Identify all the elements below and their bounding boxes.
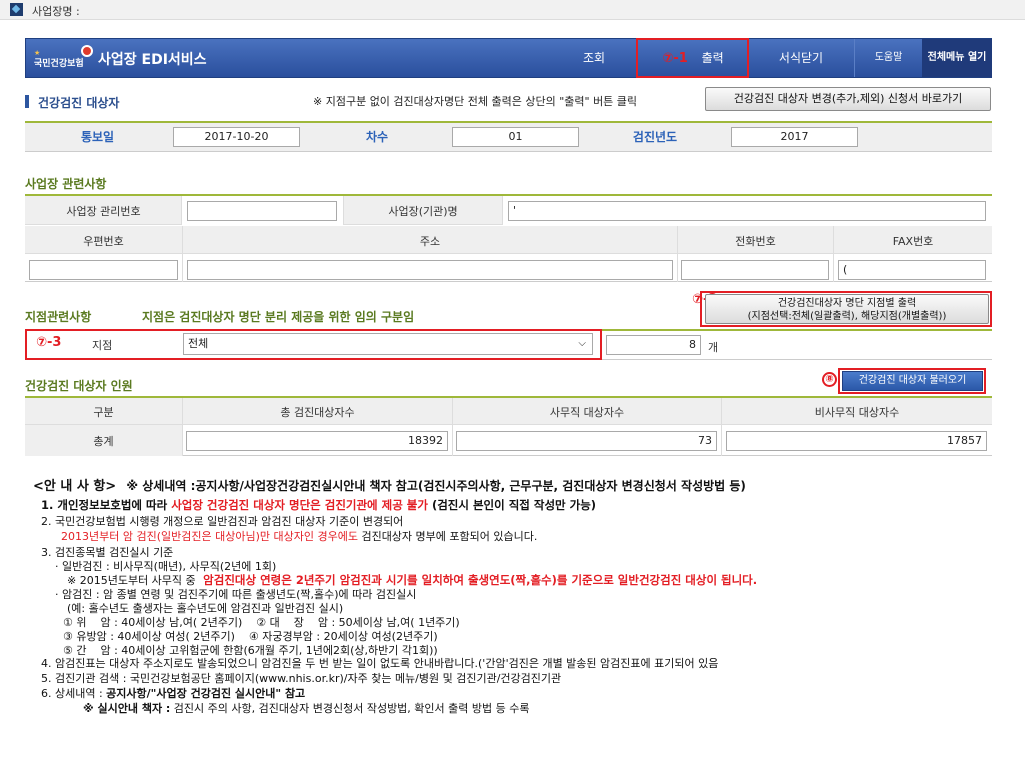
branch-print-line-1: 건강검진대상자 명단 지점별 출력 (777, 298, 917, 309)
notice-header: <안 내 사 항> ※ 상세내역 :공지사항/사업장건강검진실시안내 책자 참고… (33, 479, 746, 494)
nav-help[interactable]: 도움말 (854, 39, 922, 77)
nav-all-menu[interactable]: 전체메뉴 열기 (922, 39, 992, 77)
year-field[interactable]: 2017 (731, 127, 858, 147)
print-highlight (636, 38, 749, 78)
top-bar: 사업장명 : (0, 0, 1025, 20)
total-count-field[interactable]: 18392 (186, 431, 448, 451)
notice-line-2b: 2013년부터 암 검진(일반검진은 대상아님)만 대상자인 경우에도 검진대상… (61, 530, 538, 543)
section-bar (25, 95, 29, 108)
nonoffice-count-field[interactable]: 17857 (726, 431, 987, 451)
col-type-header: 구분 (93, 406, 114, 419)
workplace-name-label: 사업장명 : (32, 5, 80, 18)
print-info-text: ※ 지점구분 없이 검진대상자명단 전체 출력은 상단의 "출력" 버튼 클릭 (313, 95, 638, 108)
round-field[interactable]: 01 (452, 127, 579, 147)
notice-line-4: 4. 암검진표는 대상자 주소지로도 발송되었으니 암검진을 두 번 받는 일이… (41, 657, 719, 670)
count-table: 구분 총 검진대상자수 사무직 대상자수 비사무직 대상자수 총계 18392 … (25, 398, 992, 456)
branch-label: 지점 (92, 339, 113, 352)
notice-line-1: 1. 개인정보보호법에 따라 사업장 건강검진 대상자 명단은 검진기관에 제공… (41, 498, 597, 512)
branch-count-field[interactable]: 8 (606, 335, 701, 355)
logo-pin-icon (81, 45, 93, 57)
branch-section-subtitle: 지점은 검진대상자 명단 분리 제공을 위한 임의 구분임 (142, 310, 415, 324)
row-total-label: 총계 (93, 435, 114, 448)
address-field[interactable] (187, 260, 673, 280)
mgmt-no-field[interactable] (187, 201, 337, 221)
workplace-table: 사업장 관리번호 사업장(기관)명 ' 우편번호 주소 전화번호 FAX번호 ( (25, 196, 992, 282)
chevron-down-icon: ⌵ (578, 338, 586, 349)
load-button[interactable]: 건강검진 대상자 불러오기 (842, 371, 983, 391)
count-section-title: 건강검진 대상자 인원 (25, 379, 133, 393)
notice-line-6: 6. 상세내역 : 공지사항/"사업장 건강검진 실시안내" 참고 (41, 687, 306, 700)
notice-date-label: 통보일 (80, 130, 115, 144)
address-label: 주소 (419, 235, 441, 248)
notice-line-2: 2. 국민건강보험법 시행령 개정으로 일반검진과 암검진 대상자 기준이 변경… (41, 515, 404, 528)
branch-selected: 전체 (188, 337, 209, 350)
branch-select-marker: ⑦-3 (36, 335, 62, 350)
notice-line-5: 5. 검진기관 검색 : 국민건강보험공단 홈페이지(www.nhis.or.k… (41, 672, 562, 685)
phone-label: 전화번호 (735, 235, 776, 248)
col-office-header: 사무직 대상자수 (549, 406, 625, 419)
branch-print-button[interactable]: 건강검진대상자 명단 지점별 출력 (지점선택:전체(일괄출력), 해당지점(개… (705, 294, 989, 324)
app-flag-icon (10, 3, 23, 16)
nav-close-form[interactable]: 서식닫기 (748, 39, 854, 77)
branch-count-unit: 개 (708, 341, 719, 354)
branch-select[interactable]: 전체 ⌵ (183, 333, 593, 355)
service-title: 사업장 EDI서비스 (98, 52, 207, 68)
col-nonoffice-header: 비사무직 대상자수 (814, 406, 900, 419)
office-count-field[interactable]: 73 (456, 431, 717, 451)
workplace-section-title: 사업장 관련사항 (25, 177, 107, 191)
phone-field[interactable] (681, 260, 829, 280)
fax-field[interactable]: ( (838, 260, 986, 280)
change-request-button[interactable]: 건강검진 대상자 변경(추가,제외) 신청서 바로가기 (705, 87, 991, 111)
page-title: 건강검진 대상자 (38, 96, 120, 110)
notice-line-7: ※ 실시안내 책자 : 검진시 주의 사항, 검진대상자 변경신청서 작성방법,… (83, 702, 530, 715)
fax-label: FAX번호 (892, 235, 934, 248)
mgmt-no-label: 사업장 관리번호 (66, 205, 141, 218)
branch-print-line-2: (지점선택:전체(일괄출력), 해당지점(개별출력)) (747, 311, 947, 322)
round-label: 차수 (365, 130, 389, 144)
logo-text: 국민건강보험 (34, 59, 84, 69)
workplace-name-field[interactable]: ' (508, 201, 986, 221)
workplace-name-label-2: 사업장(기관)명 (388, 205, 458, 218)
year-label: 검진년도 (632, 130, 678, 144)
branch-section-title: 지점관련사항 (25, 310, 92, 324)
nav-inquiry[interactable]: 조회 (550, 39, 638, 77)
notice-date-field[interactable]: 2017-10-20 (173, 127, 300, 147)
zip-label: 우편번호 (83, 235, 124, 248)
zip-field[interactable] (29, 260, 178, 280)
load-marker: ⑧ (822, 372, 837, 387)
col-total-header: 총 검진대상자수 (280, 406, 355, 419)
header-bar: ★ 국민건강보험 사업장 EDI서비스 조회 ⑦-1 출력 서식닫기 도움말 전… (25, 38, 992, 78)
